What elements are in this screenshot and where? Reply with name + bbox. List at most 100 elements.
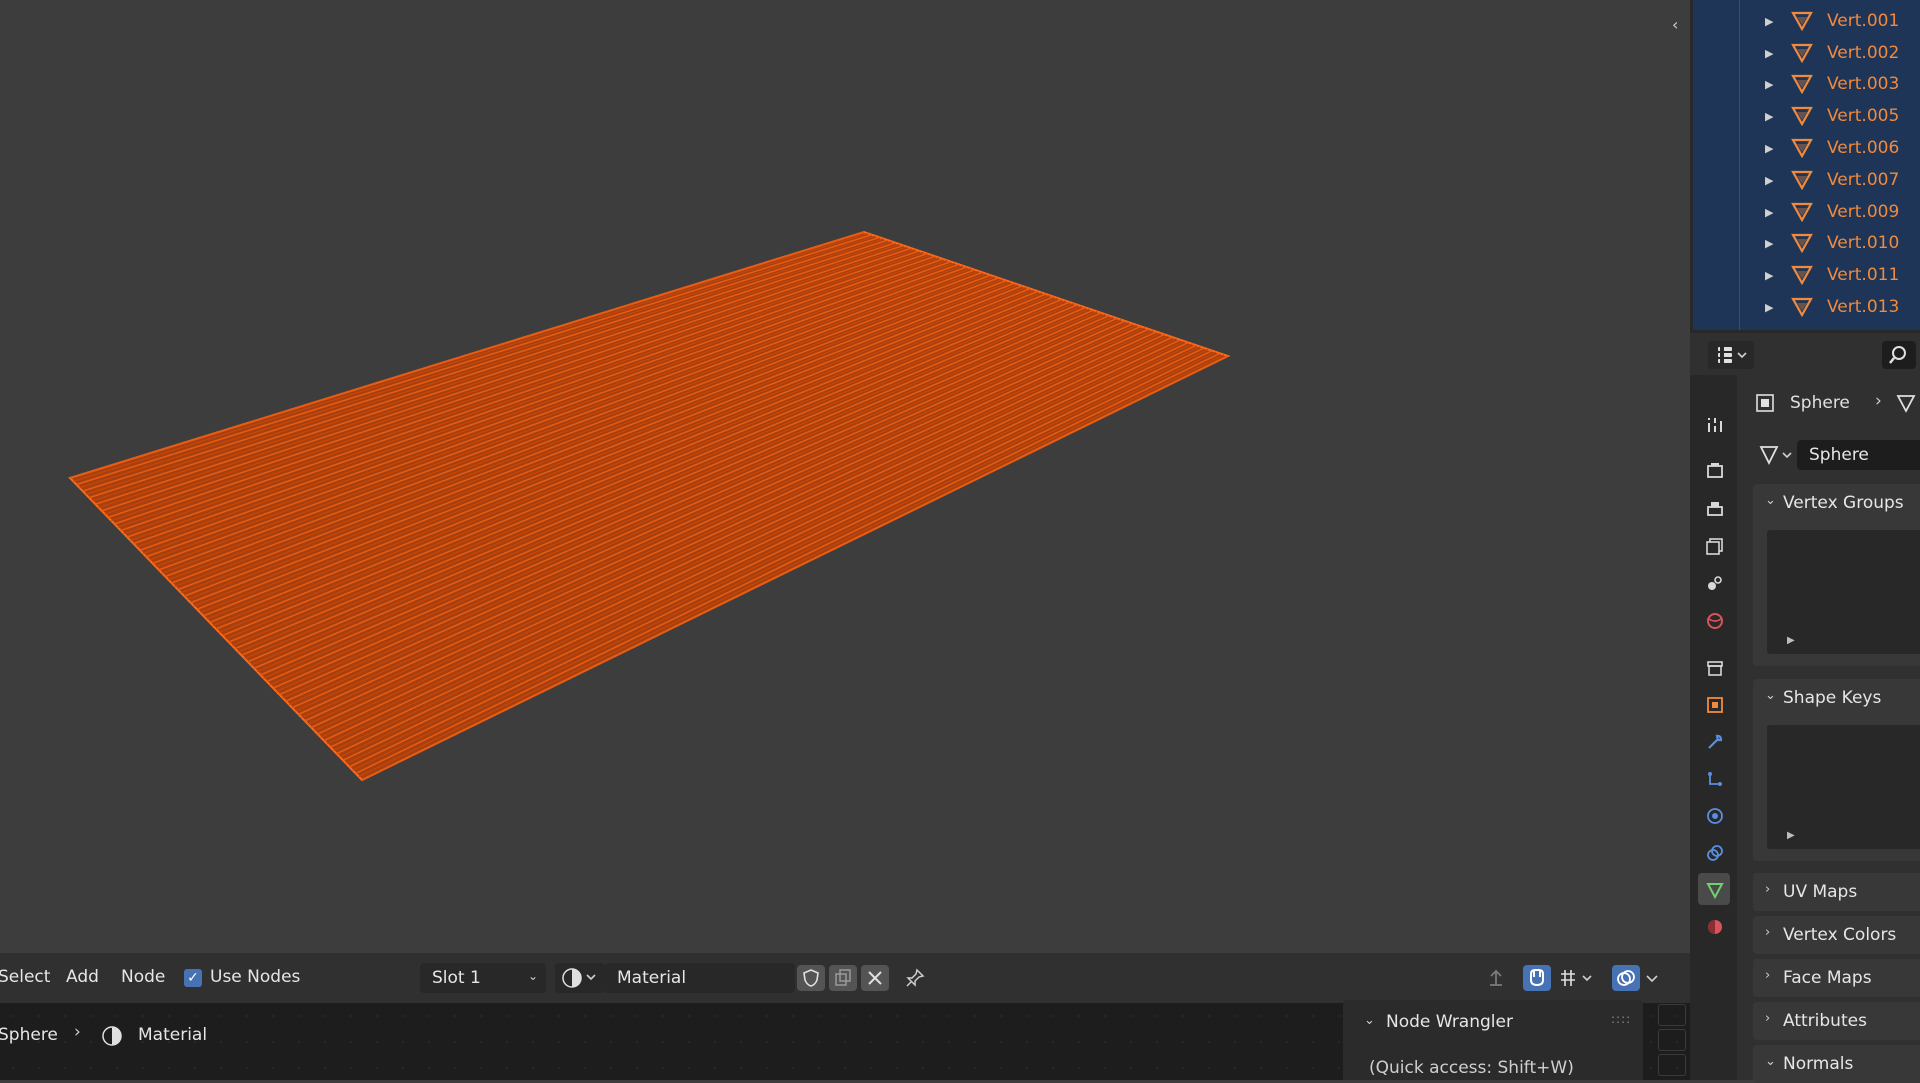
overlays-dropdown-chevron-icon[interactable] xyxy=(1640,965,1662,991)
use-nodes-label[interactable]: Use Nodes xyxy=(210,967,300,987)
outliner-item[interactable]: ▶ Vert.013 xyxy=(1690,291,1920,323)
mesh-name-value: Sphere xyxy=(1809,445,1869,465)
mesh-name-field[interactable]: Sphere xyxy=(1797,440,1920,470)
tab-collection[interactable] xyxy=(1698,651,1730,683)
tab-constraints[interactable] xyxy=(1698,836,1730,868)
render-icon xyxy=(1707,463,1723,478)
view-layer-icon xyxy=(1706,538,1723,555)
tab-output[interactable] xyxy=(1698,492,1730,524)
panel-uv-maps[interactable]: › UV Maps xyxy=(1753,873,1920,911)
panel-vertex-groups[interactable]: ⌄ Vertex Groups ▶ xyxy=(1753,484,1920,666)
3d-viewport[interactable]: ‹ xyxy=(0,0,1690,953)
search-icon[interactable] xyxy=(1882,341,1916,369)
panel-normals[interactable]: ⌄ Normals xyxy=(1753,1045,1920,1083)
outliner-item[interactable]: ▶ Vert.007 xyxy=(1690,164,1920,196)
panel-face-maps[interactable]: › Face Maps xyxy=(1753,959,1920,997)
menu-node[interactable]: Node xyxy=(121,967,165,987)
chevron-down-icon: ⌄ xyxy=(1765,1054,1776,1069)
panel-title: Vertex Colors xyxy=(1783,925,1897,945)
outliner-item[interactable]: ▶ Vert.002 xyxy=(1690,37,1920,69)
list-resize-grip-icon[interactable]: ▶ xyxy=(1787,830,1795,841)
node-breadcrumb-object: Sphere xyxy=(0,1025,58,1045)
particles-icon xyxy=(1708,772,1722,786)
unlink-material-icon[interactable] xyxy=(861,965,889,991)
tab-particles[interactable] xyxy=(1698,762,1730,794)
outliner-item[interactable]: ▶ Vert.001 xyxy=(1690,5,1920,37)
mesh-icon xyxy=(1791,266,1813,286)
menu-select[interactable]: Select xyxy=(0,967,50,987)
tab-view-layer[interactable] xyxy=(1698,529,1730,561)
expand-triangle-icon[interactable]: ▶ xyxy=(1765,206,1773,219)
expand-triangle-icon[interactable]: ▶ xyxy=(1765,237,1773,250)
outliner-item[interactable]: ▶ Vert.006 xyxy=(1690,132,1920,164)
selected-plane-mesh[interactable] xyxy=(0,0,1690,953)
drag-handle-icon[interactable]: :::: xyxy=(1611,1012,1631,1026)
outliner-item[interactable]: ▶ Vert.003 xyxy=(1690,68,1920,100)
breadcrumb-object-name: Sphere xyxy=(1790,393,1850,413)
parent-node-tree-icon[interactable] xyxy=(1482,965,1510,991)
duplicate-material-icon[interactable] xyxy=(829,965,857,991)
menu-add[interactable]: Add xyxy=(66,967,99,987)
collapse-left-icon[interactable]: ‹ xyxy=(1672,16,1686,34)
list-resize-grip-icon[interactable]: ▶ xyxy=(1787,635,1795,646)
panel-title: Normals xyxy=(1783,1054,1854,1074)
panel-vertex-colors[interactable]: › Vertex Colors xyxy=(1753,916,1920,954)
pin-icon[interactable] xyxy=(901,965,929,991)
sidebar-region-tabs[interactable] xyxy=(1658,1003,1686,1080)
mesh-data-icon xyxy=(1896,395,1916,413)
material-sphere-icon xyxy=(102,1026,122,1046)
outliner[interactable]: ▶Sphere▶Vert.001▶Vert.002▶Vert.003▶Vert.… xyxy=(1690,0,1920,333)
tab-tool[interactable] xyxy=(1698,408,1730,440)
fake-user-shield-icon[interactable] xyxy=(797,965,825,991)
mesh-data-icon xyxy=(1759,446,1792,466)
node-wrangler-hint: (Quick access: Shift+W) xyxy=(1369,1058,1574,1078)
tab-modifier[interactable] xyxy=(1698,725,1730,757)
outliner-item-label: Vert.011 xyxy=(1827,265,1900,286)
panel-shape-keys[interactable]: ⌄ Shape Keys ▶ xyxy=(1753,679,1920,861)
tab-material[interactable] xyxy=(1698,910,1730,942)
expand-triangle-icon[interactable]: ▶ xyxy=(1765,15,1773,28)
material-name-field[interactable]: Material xyxy=(605,963,795,993)
outliner-item[interactable]: ▶ Vert.005 xyxy=(1690,100,1920,132)
expand-triangle-icon[interactable]: ▶ xyxy=(1765,47,1773,60)
expand-triangle-icon[interactable]: ▶ xyxy=(1765,174,1773,187)
outliner-item[interactable]: ▶ Vert.011 xyxy=(1690,259,1920,291)
tab-scene[interactable] xyxy=(1698,566,1730,598)
mesh-icon xyxy=(1791,170,1813,190)
expand-triangle-icon[interactable]: ▶ xyxy=(1765,269,1773,282)
expand-triangle-icon[interactable]: ▶ xyxy=(1765,78,1773,91)
expand-triangle-icon[interactable]: ▶ xyxy=(1765,301,1773,314)
use-nodes-checkbox[interactable]: ✓ xyxy=(184,969,202,987)
mesh-browse-button[interactable] xyxy=(1753,440,1797,470)
material-icon xyxy=(1708,920,1722,934)
material-browse-button[interactable] xyxy=(555,963,605,993)
constraints-icon xyxy=(1707,845,1723,861)
panel-attributes[interactable]: › Attributes xyxy=(1753,1002,1920,1040)
outliner-item[interactable]: ▶ Vert.010 xyxy=(1690,227,1920,259)
slot-dropdown[interactable]: Slot 1 ⌄ xyxy=(420,963,546,993)
tab-world[interactable] xyxy=(1698,604,1730,636)
chevron-down-icon[interactable]: ⌄ xyxy=(1364,1013,1375,1028)
properties-editor[interactable]: Sphere › Sphere ⌄ Vertex Groups ▶ ⌄ Shap… xyxy=(1690,333,1920,1083)
tab-object[interactable] xyxy=(1698,688,1730,720)
chevron-right-icon: › xyxy=(1765,968,1771,983)
vertex-groups-list[interactable]: ▶ xyxy=(1767,530,1920,654)
panel-title: Attributes xyxy=(1783,1011,1867,1031)
modifier-icon xyxy=(1708,734,1723,749)
snap-toggle-icon[interactable] xyxy=(1523,965,1551,991)
shape-keys-list[interactable]: ▶ xyxy=(1767,725,1920,849)
node-wrangler-panel[interactable]: ⌄ Node Wrangler :::: (Quick access: Shif… xyxy=(1343,1000,1643,1080)
expand-triangle-icon[interactable]: ▶ xyxy=(1765,110,1773,123)
editor-type-button[interactable] xyxy=(1708,341,1754,369)
snap-mode-dropdown[interactable] xyxy=(1555,965,1599,991)
outliner-item[interactable]: ▶ Vert.009 xyxy=(1690,196,1920,228)
tab-render[interactable] xyxy=(1698,454,1730,486)
tab-physics[interactable] xyxy=(1698,799,1730,831)
overlays-toggle-icon[interactable] xyxy=(1612,965,1640,991)
object-type-icon xyxy=(1756,394,1774,412)
tab-data[interactable] xyxy=(1698,873,1730,905)
chevron-down-icon: ⌄ xyxy=(1765,688,1776,703)
expand-triangle-icon[interactable]: ▶ xyxy=(1765,142,1773,155)
outliner-item-label: Vert.010 xyxy=(1827,233,1900,254)
data-icon xyxy=(1706,883,1724,900)
